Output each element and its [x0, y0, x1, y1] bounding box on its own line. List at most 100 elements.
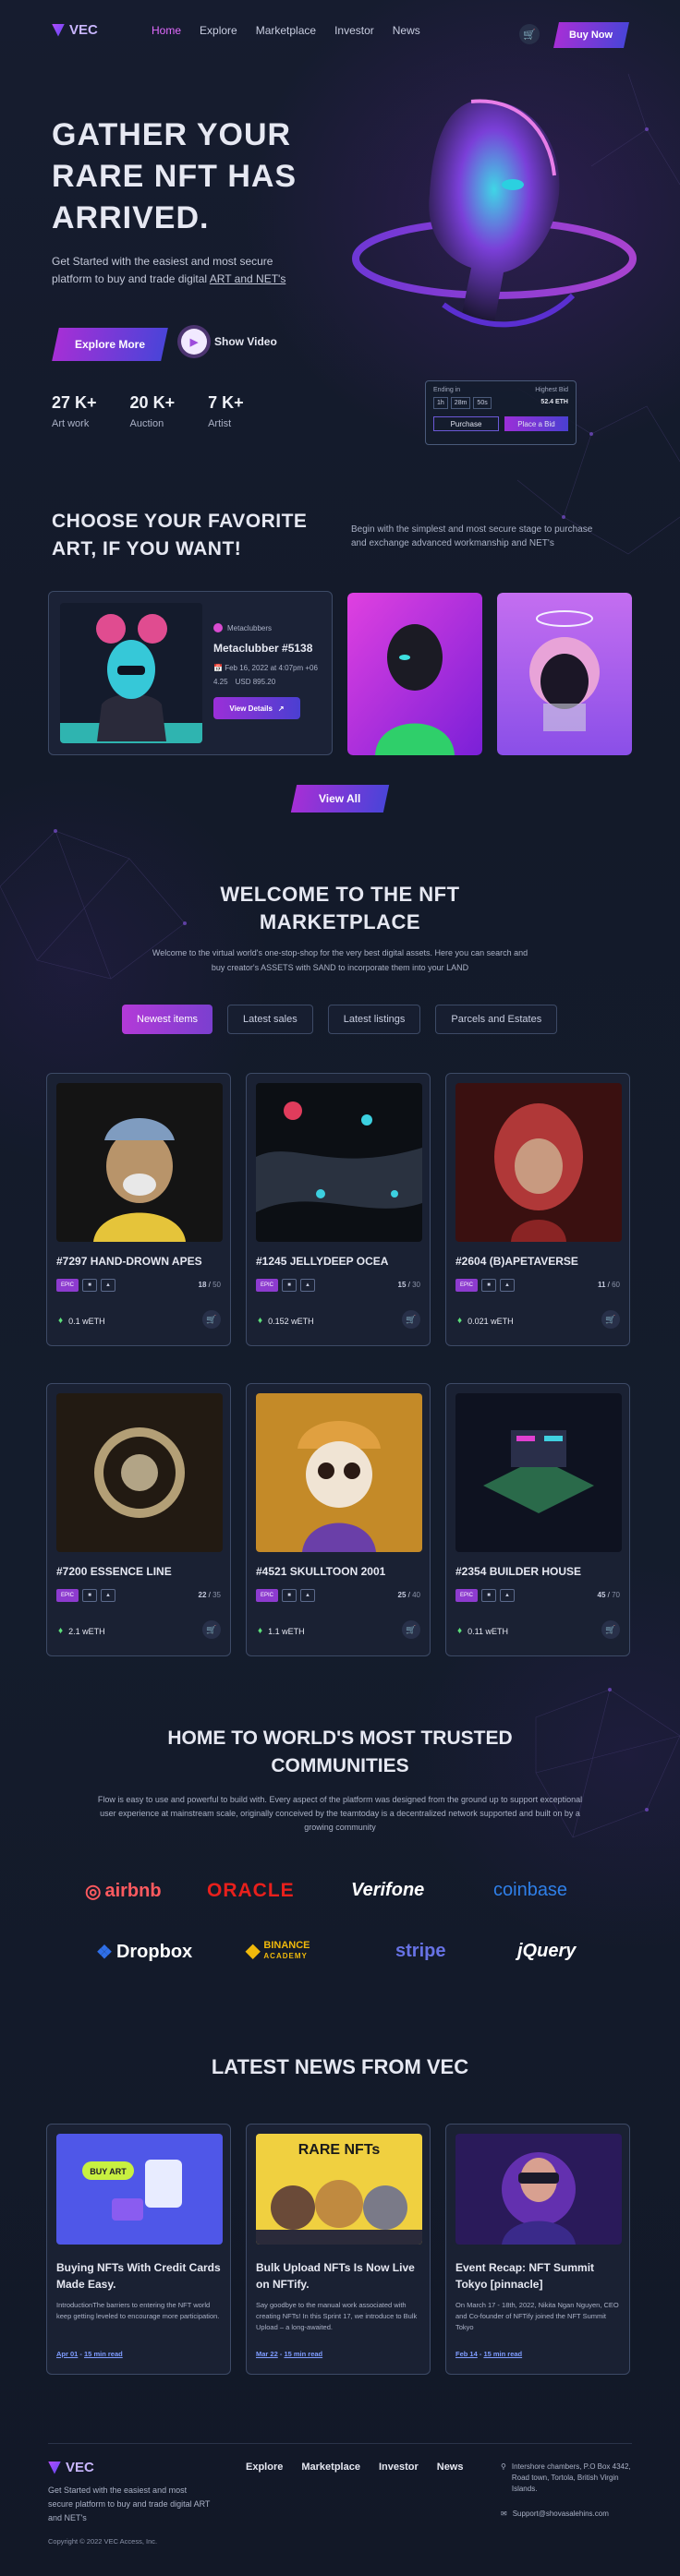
nft-thumbnail-skull[interactable]	[497, 593, 632, 755]
cart-icon[interactable]: 🛒	[601, 1620, 620, 1639]
news-image-buy-art: BUY ART	[56, 2134, 223, 2245]
edition-current: 11	[597, 1281, 606, 1289]
rarity-badge: EPIC	[256, 1279, 279, 1292]
nft-image-jellydeep	[256, 1083, 422, 1242]
footer-logo[interactable]: VEC	[48, 2460, 94, 2475]
nft-card[interactable]: #2604 (B)APETAVERSE EPIC ■ ▲ 11 / 60 ♦ 0.…	[445, 1073, 630, 1346]
countdown-hours: 1h	[433, 397, 448, 409]
eth-icon: ♦	[457, 1626, 463, 1636]
nft-thumbnail-robot[interactable]	[347, 593, 482, 755]
trait-icon: ▲	[300, 1589, 316, 1602]
eth-icon: ♦	[258, 1316, 263, 1326]
nav-marketplace[interactable]: Marketplace	[256, 24, 316, 37]
edition-total: 30	[412, 1281, 420, 1289]
view-all-button[interactable]: View All	[290, 785, 390, 813]
footer-description: Get Started with the easiest and most se…	[48, 2486, 211, 2522]
nft-card[interactable]: #2354 BUILDER HOUSE EPIC ■ ▲ 45 / 70 ♦ 0.…	[445, 1383, 630, 1656]
item-tabs: Newest items Latest sales Latest listing…	[122, 1005, 558, 1034]
stat-label: Artist	[208, 418, 232, 429]
play-icon: ▶	[181, 329, 207, 355]
footer-nav-investor[interactable]: Investor	[379, 2462, 419, 2473]
hero-subtitle-link[interactable]: ART and NET's	[210, 272, 286, 285]
cart-icon[interactable]: 🛒	[202, 1620, 221, 1639]
address-text: Intershore chambers, P.O Box 4342, Road …	[511, 2462, 631, 2493]
tab-latest-sales[interactable]: Latest sales	[227, 1005, 313, 1034]
cart-icon[interactable]: 🛒	[402, 1620, 420, 1639]
show-video-label: Show Video	[214, 335, 277, 348]
news-card[interactable]: RARE NFTs Bulk Upload NFTs Is Now Live o…	[246, 2124, 431, 2375]
nft-card[interactable]: #4521 SKULLTOON 2001 EPIC ■ ▲ 25 / 40 ♦ 1…	[246, 1383, 431, 1656]
nft-edition-count: 25 / 40	[397, 1591, 420, 1599]
featured-card[interactable]: Metaclubbers Metaclubber #5138 📅 Feb 16,…	[48, 591, 333, 755]
nav-news[interactable]: News	[393, 24, 420, 37]
news-meta[interactable]: Apr 01 - 15 min read	[56, 2350, 123, 2358]
nft-image-apetaverse	[455, 1083, 622, 1242]
cart-icon[interactable]: 🛒	[601, 1310, 620, 1329]
calendar-icon: 📅	[213, 664, 223, 672]
cart-icon[interactable]: 🛒	[519, 24, 540, 44]
nft-card[interactable]: #1245 JELLYDEEP OCEA EPIC ■ ▲ 15 / 30 ♦ 0…	[246, 1073, 431, 1346]
buy-now-button[interactable]: Buy Now	[553, 22, 629, 48]
view-details-button[interactable]: View Details ↗	[213, 697, 300, 719]
tab-newest-items[interactable]: Newest items	[122, 1005, 213, 1034]
featured-date: 📅 Feb 16, 2022 at 4:07pm +06	[213, 664, 324, 672]
nav-explore[interactable]: Explore	[200, 24, 237, 37]
trait-icon: ▲	[500, 1279, 516, 1292]
footer-nav-marketplace[interactable]: Marketplace	[301, 2462, 360, 2473]
nft-price: ♦ 0.152 wETH	[258, 1316, 314, 1326]
news-headline[interactable]: Bulk Upload NFTs Is Now Live on NFTify.	[256, 2259, 422, 2293]
nft-title: #1245 JELLYDEEP OCEA	[256, 1255, 389, 1268]
trait-icon: ▲	[101, 1279, 116, 1292]
stat-number: 7 K+	[208, 393, 244, 412]
nft-price-value: 0.021 wETH	[468, 1316, 514, 1326]
footer-email[interactable]: ✉ Support@shovasalehins.com	[501, 2510, 609, 2518]
stat-number: 27 K+	[52, 393, 97, 412]
news-headline[interactable]: Buying NFTs With Credit Cards Made Easy.	[56, 2259, 223, 2293]
nft-price: ♦ 0.021 wETH	[457, 1316, 514, 1326]
nft-price: ♦ 0.1 wETH	[58, 1316, 105, 1326]
place-bid-button[interactable]: Place a Bid	[504, 416, 568, 431]
news-excerpt: On March 17 - 18th, 2022, Nikita Ngan Ng…	[455, 2301, 619, 2331]
tab-parcels-estates[interactable]: Parcels and Estates	[435, 1005, 558, 1034]
explore-more-button[interactable]: Explore More	[52, 328, 168, 361]
featured-rating: 4.25	[213, 678, 228, 686]
countdown-seconds: 50s	[473, 397, 492, 409]
nft-tags: EPIC ■ ▲	[455, 1279, 516, 1292]
tab-latest-listings[interactable]: Latest listings	[327, 1005, 421, 1034]
footer-nav: Explore Marketplace Investor News	[246, 2462, 464, 2473]
nav-home[interactable]: Home	[152, 24, 181, 37]
featured-date-text: Feb 16, 2022 at 4:07pm +06	[225, 664, 318, 672]
edition-total: 50	[212, 1281, 221, 1289]
nft-card[interactable]: #7297 HAND-DROWN APES EPIC ■ ▲ 18 / 50 ♦…	[46, 1073, 231, 1346]
nft-card[interactable]: #7200 ESSENCE LINE EPIC ■ ▲ 22 / 35 ♦ 2.1…	[46, 1383, 231, 1656]
news-image-label: RARE NFTs	[298, 2142, 381, 2158]
stat-label: Art work	[52, 418, 90, 429]
binance-text: BINANCE	[263, 1939, 310, 1951]
footer-nav-explore[interactable]: Explore	[246, 2462, 283, 2473]
news-card[interactable]: BUY ART Buying NFTs With Credit Cards Ma…	[46, 2124, 231, 2375]
nft-edition-count: 11 / 60	[597, 1281, 620, 1289]
cart-icon[interactable]: 🛒	[402, 1310, 420, 1329]
stat-artist: 7 K+ Artist	[208, 393, 244, 429]
news-headline[interactable]: Event Recap: NFT Summit Tokyo [pinnacle]	[455, 2259, 622, 2293]
news-meta[interactable]: Feb 14 - 15 min read	[455, 2350, 522, 2358]
eth-icon: ♦	[58, 1316, 64, 1326]
purchase-button[interactable]: Purchase	[433, 416, 499, 431]
edition-total: 35	[212, 1591, 221, 1599]
dropbox-text: Dropbox	[115, 1942, 193, 1962]
cart-icon[interactable]: 🛒	[202, 1310, 221, 1329]
featured-owner: Metaclubbers	[213, 623, 324, 632]
logo[interactable]: VEC	[52, 22, 98, 38]
news-meta[interactable]: Mar 22 - 15 min read	[256, 2350, 322, 2358]
trait-icon: ■	[282, 1279, 298, 1292]
coinbase-text: coinbase	[493, 1880, 568, 1900]
show-video-button[interactable]: ▶ Show Video	[181, 329, 277, 355]
news-card[interactable]: Event Recap: NFT Summit Tokyo [pinnacle]…	[445, 2124, 630, 2375]
nft-edition-count: 15 / 30	[397, 1281, 420, 1289]
nft-tags: EPIC ■ ▲	[256, 1589, 316, 1602]
ending-label: Ending in	[433, 387, 461, 393]
footer-nav-news[interactable]: News	[437, 2462, 464, 2473]
airbnb-text: airbnb	[104, 1881, 162, 1901]
edition-current: 25	[397, 1591, 407, 1599]
nav-investor[interactable]: Investor	[334, 24, 374, 37]
